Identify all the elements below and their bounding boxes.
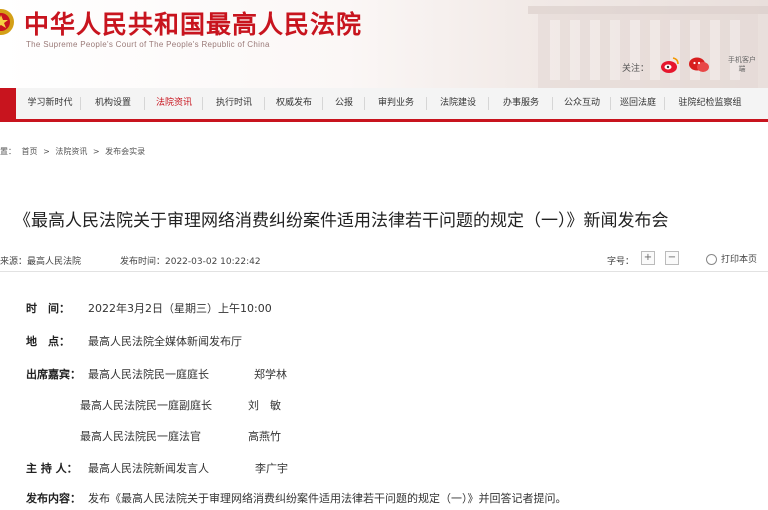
nav-divider: [80, 97, 81, 110]
font-increase-button[interactable]: +: [641, 251, 655, 265]
nav-divider: [322, 97, 323, 110]
weibo-icon[interactable]: [660, 56, 680, 74]
guest-org: 最高人民法院民一庭副庭长: [80, 399, 212, 412]
place-value: 最高人民法院全媒体新闻发布厅: [88, 335, 242, 348]
nav-item-trial[interactable]: 审判业务: [368, 88, 424, 119]
wechat-icon[interactable]: [688, 56, 710, 74]
nav-divider: [202, 97, 203, 110]
nav-item-institutions[interactable]: 机构设置: [84, 88, 142, 119]
time-value: 2022年3月2日（星期三）上午10:00: [88, 302, 272, 315]
guest-org: 最高人民法院民一庭法官: [80, 430, 201, 443]
nav-divider: [664, 97, 665, 110]
nav-item-gazette[interactable]: 公报: [326, 88, 362, 119]
nav-item-releases[interactable]: 权威发布: [268, 88, 320, 119]
nav-item-enforcement[interactable]: 执行时讯: [206, 88, 262, 119]
nav-item-study[interactable]: 学习新时代: [22, 88, 78, 119]
article-meta: 来源：最高人民法院 发布时间：2022-03-02 10:22:42 字号： +…: [0, 248, 768, 270]
host-name: 李广宇: [255, 462, 288, 475]
time-label: 时 间：: [26, 302, 70, 315]
article-publish-time: 发布时间：2022-03-02 10:22:42: [120, 257, 261, 267]
nav-item-circuit[interactable]: 巡回法庭: [614, 88, 662, 119]
nav-divider: [426, 97, 427, 110]
site-subtitle: The Supreme People's Court of The People…: [26, 40, 270, 49]
nav-divider: [552, 97, 553, 110]
breadcrumb-home[interactable]: 首页: [22, 147, 38, 156]
site-title[interactable]: 中华人民共和国最高人民法院: [24, 5, 362, 41]
court-emblem-icon: [0, 9, 14, 35]
main-nav: 学习新时代 机构设置 法院资讯 执行时讯 权威发布 公报 审判业务 法院建设 办…: [0, 88, 768, 122]
breadcrumb: 置： 首页 > 法院资讯 > 发布会实录: [0, 146, 148, 157]
font-size-label: 字号：: [607, 257, 635, 267]
nav-divider: [610, 97, 611, 110]
nav-item-interaction[interactable]: 公众互动: [556, 88, 608, 119]
nav-divider: [488, 97, 489, 110]
nav-item-discipline[interactable]: 驻院纪检监察组: [670, 88, 750, 119]
nav-divider: [264, 97, 265, 110]
host-label: 主 持 人：: [26, 462, 78, 475]
breadcrumb-separator: >: [43, 147, 50, 156]
nav-home-marker[interactable]: [0, 88, 16, 119]
nav-item-construction[interactable]: 法院建设: [430, 88, 486, 119]
meta-divider: [0, 271, 768, 272]
print-button[interactable]: 打印本页: [706, 252, 757, 265]
breadcrumb-current[interactable]: 发布会实录: [105, 147, 145, 156]
print-label: 打印本页: [721, 255, 758, 265]
article-source: 来源：最高人民法院: [0, 257, 82, 267]
guests-label: 出席嘉宾：: [26, 368, 81, 381]
court-building-image: [528, 6, 768, 88]
breadcrumb-court-news[interactable]: 法院资讯: [55, 147, 87, 156]
breadcrumb-prefix: 置：: [0, 147, 16, 156]
guest-name: 高燕竹: [248, 430, 281, 443]
guest-name: 刘 敏: [248, 399, 281, 412]
follow-label: 关注：: [622, 64, 650, 74]
nav-divider: [364, 97, 365, 110]
nav-item-services[interactable]: 办事服务: [492, 88, 550, 119]
breadcrumb-separator: >: [92, 147, 100, 156]
mobile-client-link[interactable]: 手机客户端: [725, 56, 759, 74]
font-decrease-button[interactable]: −: [665, 251, 679, 265]
site-header: 中华人民共和国最高人民法院 The Supreme People's Court…: [0, 0, 768, 88]
content-value: 发布《最高人民法院关于审理网络消费纠纷案件适用法律若干问题的规定（一）》并回答记…: [88, 492, 567, 505]
host-value: 最高人民法院新闻发言人: [88, 462, 209, 475]
nav-divider: [144, 97, 145, 110]
guest-name: 郑学林: [254, 368, 287, 381]
nav-item-court-news[interactable]: 法院资讯: [148, 88, 200, 119]
print-icon: [706, 254, 717, 265]
place-label: 地 点：: [26, 335, 70, 348]
guest-org: 最高人民法院民一庭庭长: [88, 368, 209, 381]
content-label: 发布内容：: [26, 492, 81, 505]
article-title: 《最高人民法院关于审理网络消费纠纷案件适用法律若干问题的规定（一）》新闻发布会: [14, 211, 669, 231]
